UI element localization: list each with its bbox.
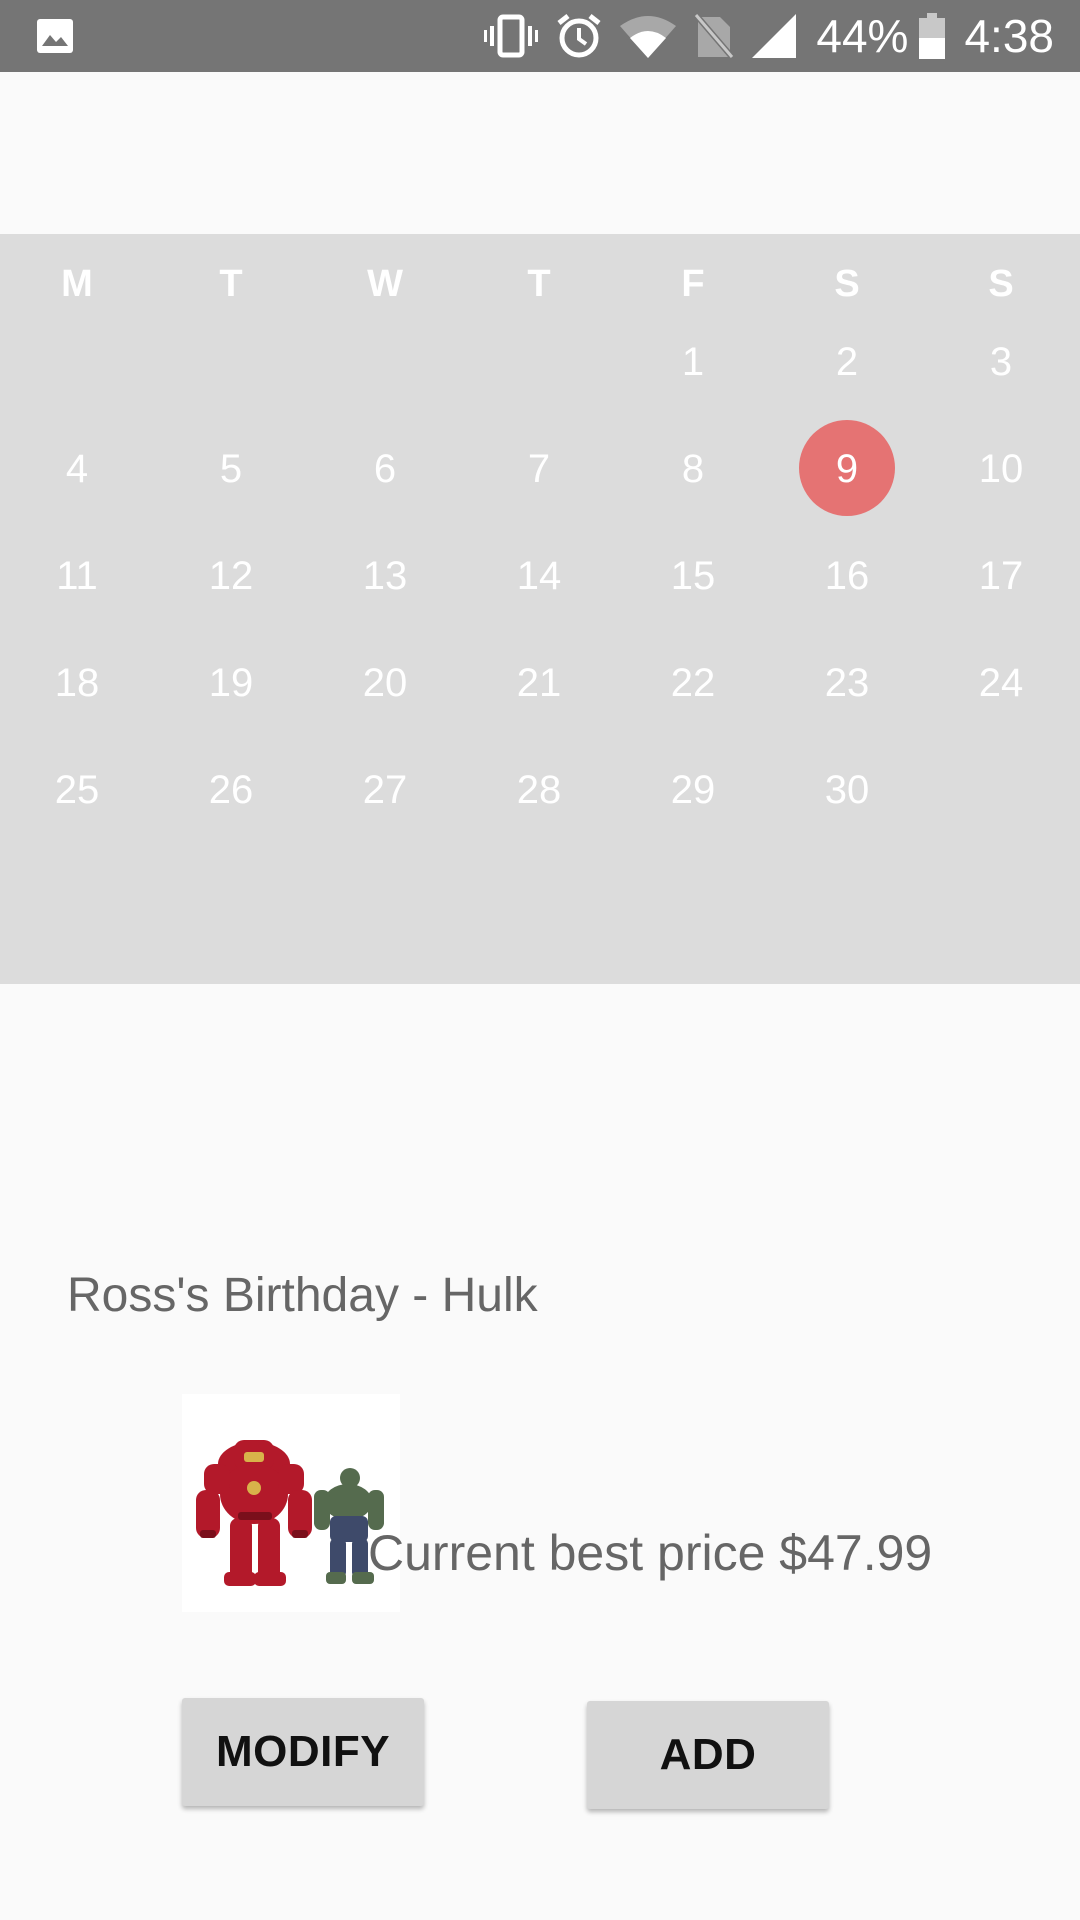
calendar-day[interactable]: 30 xyxy=(770,740,924,840)
weekday-label: T xyxy=(219,263,243,305)
calendar-day[interactable]: 20 xyxy=(308,633,462,733)
calendar-day[interactable]: 17 xyxy=(924,526,1078,626)
calendar-day[interactable]: 26 xyxy=(154,740,308,840)
calendar-day[interactable]: 5 xyxy=(154,419,308,519)
calendar-day[interactable]: 2 xyxy=(770,312,924,412)
calendar-day[interactable]: 18 xyxy=(0,633,154,733)
calendar-day[interactable]: 29 xyxy=(616,740,770,840)
calendar-day[interactable]: 6 xyxy=(308,419,462,519)
calendar-day[interactable]: 10 xyxy=(924,419,1078,519)
event-title: Ross's Birthday - Hulk xyxy=(67,1269,538,1322)
weekday-label: S xyxy=(988,263,1014,305)
calendar-day[interactable]: 12 xyxy=(154,526,308,626)
status-icons: 44% 4:38 xyxy=(484,0,1054,72)
calendar-day[interactable]: 22 xyxy=(616,633,770,733)
calendar-day[interactable]: 21 xyxy=(462,633,616,733)
battery-percent: 44% xyxy=(816,10,909,62)
vibrate-icon xyxy=(484,14,539,58)
no-sim-icon xyxy=(694,13,735,59)
calendar-day[interactable]: 25 xyxy=(0,740,154,840)
calendar-day[interactable]: 16 xyxy=(770,526,924,626)
calendar-day[interactable]: 14 xyxy=(462,526,616,626)
calendar-day[interactable]: 11 xyxy=(0,526,154,626)
status-bar: 44% 4:38 xyxy=(0,0,1080,72)
signal-icon xyxy=(752,14,797,58)
calendar-day[interactable]: 4 xyxy=(0,419,154,519)
calendar-day[interactable]: 13 xyxy=(308,526,462,626)
gallery-icon xyxy=(37,19,73,53)
clock: 4:38 xyxy=(964,10,1054,62)
calendar-day[interactable]: 3 xyxy=(924,312,1078,412)
calendar-day[interactable]: 23 xyxy=(770,633,924,733)
alarm-icon xyxy=(557,14,601,58)
calendar-day[interactable]: 24 xyxy=(924,633,1078,733)
weekday-label: W xyxy=(367,263,403,305)
weekday-label: S xyxy=(834,263,860,305)
battery-icon xyxy=(919,13,946,59)
weekday-label: T xyxy=(527,263,551,305)
calendar-day[interactable]: 28 xyxy=(462,740,616,840)
add-button[interactable]: ADD xyxy=(587,1701,829,1809)
calendar-day[interactable]: 7 xyxy=(462,419,616,519)
best-price-text: Current best price $47.99 xyxy=(368,1525,933,1581)
calendar-day[interactable]: 19 xyxy=(154,633,308,733)
calendar-day[interactable]: 27 xyxy=(308,740,462,840)
wifi-icon xyxy=(620,16,677,58)
month-calendar: M T W T F S S 1 2 3 4 5 6 7 8 9 10 11 12… xyxy=(0,234,1080,984)
weekday-label: M xyxy=(61,263,93,305)
calendar-day-selected[interactable]: 9 xyxy=(770,419,924,519)
calendar-day[interactable]: 15 xyxy=(616,526,770,626)
modify-button[interactable]: MODIFY xyxy=(182,1698,424,1806)
calendar-day[interactable]: 1 xyxy=(616,312,770,412)
calendar-day[interactable]: 8 xyxy=(616,419,770,519)
weekday-label: F xyxy=(681,263,705,305)
